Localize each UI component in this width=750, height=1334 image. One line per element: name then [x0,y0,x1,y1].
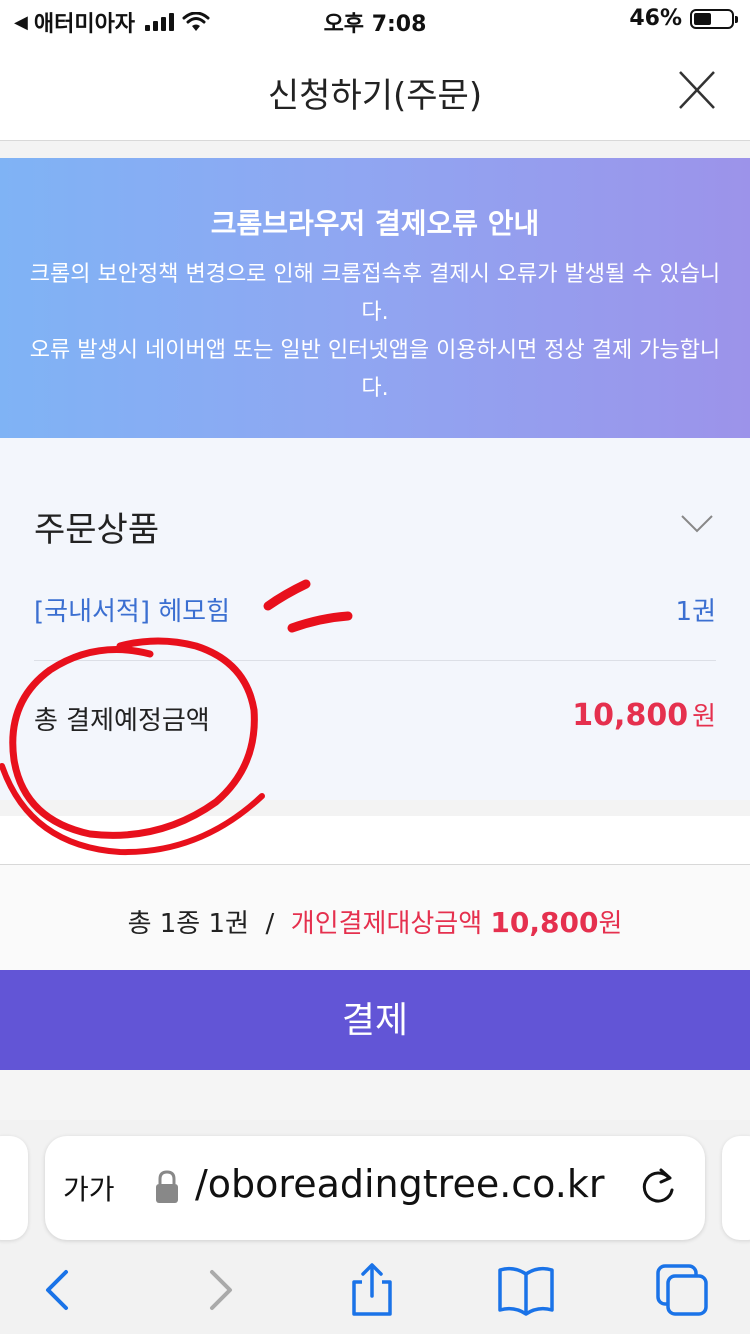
status-bar: ◀ 애터미아자 오후 7:08 46% [0,0,750,40]
page-bottom-spacer [0,1070,750,1121]
banner-title: 크롬브라우저 결제오류 안내 [210,207,540,240]
summary-count: 총 1종 1권 [127,909,249,939]
lock-icon [156,1170,178,1203]
order-section-title: 주문상품 [34,510,160,550]
close-icon[interactable] [672,66,720,114]
order-item-name: [국내서적] 헤모힘 [34,597,230,627]
header-spacer [0,141,750,158]
personal-payment-label: 개인결제대상금액 [290,909,483,939]
pay-button[interactable]: 결제 [0,970,750,1070]
battery-icon [690,8,738,29]
summary-slash: / [265,909,275,939]
total-expected-amount: 10,800 원 [572,696,716,733]
page-settings-button[interactable]: 가가 [63,1168,115,1208]
total-amount-unit: 원 [692,702,716,732]
url-text[interactable]: /oboreadingtree.co.kr [195,1162,625,1206]
next-tab-peek[interactable] [722,1136,750,1240]
bookmarks-icon[interactable] [496,1260,556,1320]
status-right: 46% [629,6,738,31]
banner-body: 크롬의 보안정책 변경으로 인해 크롬접속후 결제시 오류가 발생될 수 있습니… [29,262,721,401]
summary-line: 총 1종 1권 / 개인결제대상금액 10,800원 [0,903,750,940]
personal-payment-amount: 10,800 [490,906,599,939]
order-summary-bar: 총 1종 1권 / 개인결제대상금액 10,800원 [0,864,750,971]
order-products-section: 주문상품 [국내서적] 헤모힘 1권 총 결제예정금액 10,800 원 [0,438,750,801]
total-amount-value: 10,800 [572,698,689,733]
battery-percent: 46% [629,6,682,31]
address-bar[interactable]: 가가 /oboreadingtree.co.kr [45,1136,705,1240]
order-item-quantity: 1권 [675,597,716,627]
divider [34,660,716,661]
browser-toolbar [0,1250,750,1334]
total-expected-label: 총 결제예정금액 [34,706,210,736]
section-separator [0,800,750,816]
page-header: 신청하기(주문) [0,40,750,141]
tabs-icon[interactable] [652,1260,712,1320]
chrome-error-notice-banner: 크롬브라우저 결제오류 안내 크롬의 보안정책 변경으로 인해 크롬접속후 결제… [0,158,750,438]
reload-icon[interactable] [639,1166,679,1208]
personal-payment-unit: 원 [598,909,623,939]
share-icon[interactable] [342,1260,402,1320]
back-arrow-icon[interactable] [28,1260,88,1320]
forward-arrow-icon[interactable] [190,1260,250,1320]
page-title: 신청하기(주문) [267,76,483,116]
previous-tab-peek[interactable] [0,1136,28,1240]
chevron-down-icon[interactable] [680,514,714,534]
